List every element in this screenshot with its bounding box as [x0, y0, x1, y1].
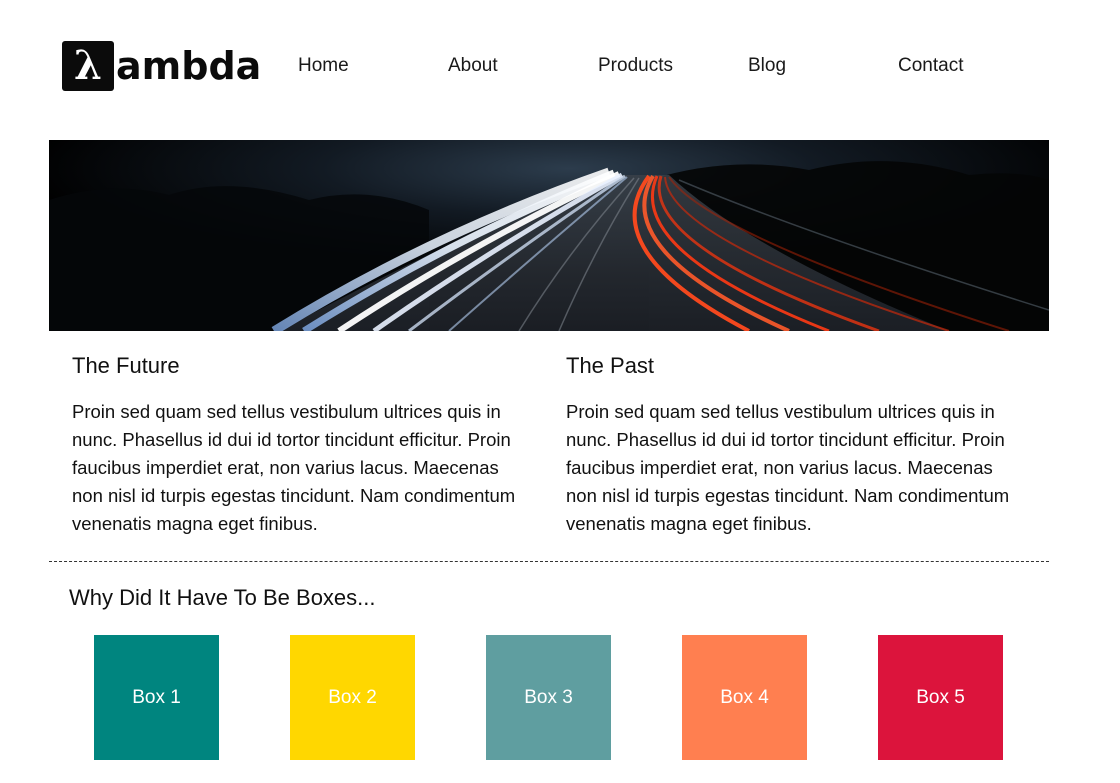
nav-link-about[interactable]: About	[448, 55, 498, 77]
hero-image	[49, 140, 1049, 331]
box-label: Box 4	[720, 686, 769, 708]
box-label: Box 2	[328, 686, 377, 708]
future-text: Proin sed quam sed tellus vestibulum ult…	[72, 401, 516, 534]
box-3: Box 3	[486, 635, 611, 760]
nav-link-blog[interactable]: Blog	[748, 55, 786, 77]
box-4: Box 4	[682, 635, 807, 760]
past-column: The Past Proin sed quam sed tellus vesti…	[566, 352, 1028, 538]
future-heading: The Future	[72, 353, 180, 378]
lambda-logo[interactable]: λ ambda	[62, 40, 261, 92]
logo-wordmark: ambda	[116, 44, 262, 88]
box-label: Box 5	[916, 686, 965, 708]
future-column: The Future Proin sed quam sed tellus ves…	[72, 352, 534, 538]
box-label: Box 1	[132, 686, 181, 708]
past-text: Proin sed quam sed tellus vestibulum ult…	[566, 401, 1010, 534]
site-header: λ ambda Home About Products Blog Contact	[0, 0, 1120, 130]
lambda-logo-icon: λ	[62, 41, 114, 91]
box-5: Box 5	[878, 635, 1003, 760]
past-heading: The Past	[566, 353, 655, 378]
boxes-heading: Why Did It Have To Be Boxes...	[69, 585, 376, 610]
nav-link-contact[interactable]: Contact	[898, 55, 963, 77]
box-label: Box 3	[524, 686, 573, 708]
box-2: Box 2	[290, 635, 415, 760]
nav-link-products[interactable]: Products	[598, 55, 673, 77]
nav-link-home[interactable]: Home	[298, 55, 349, 77]
section-divider	[49, 561, 1049, 562]
box-1: Box 1	[94, 635, 219, 760]
